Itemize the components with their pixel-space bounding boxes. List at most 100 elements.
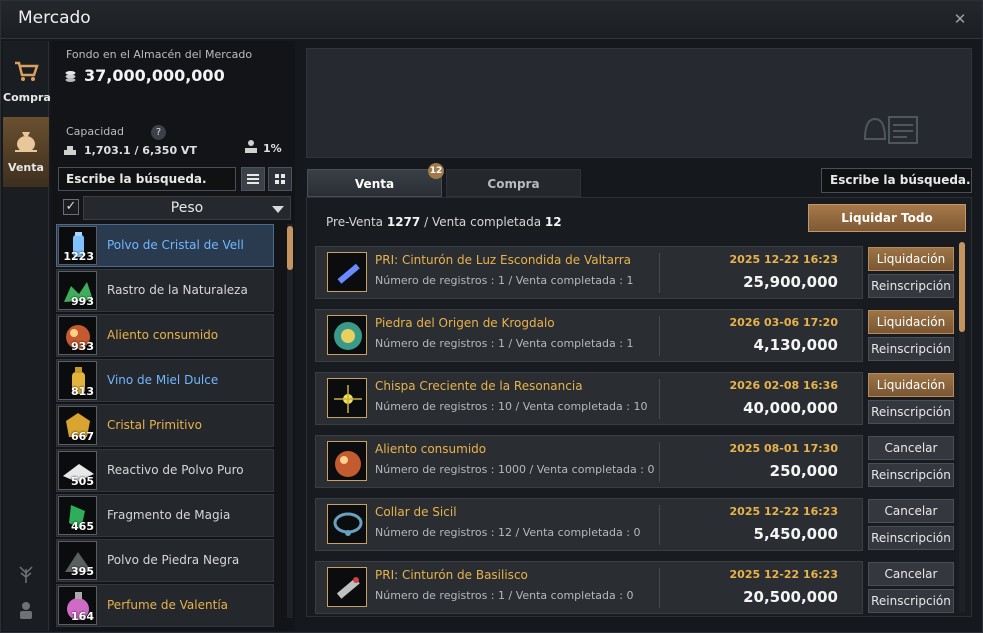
liquidation-button[interactable]: Liquidación: [868, 310, 954, 334]
tab-compra-label: Compra: [487, 177, 540, 191]
listing-search-input[interactable]: Escribe la búsqueda.: [821, 168, 972, 193]
item-thumbnail: 465: [58, 496, 97, 535]
item-quantity: 505: [71, 475, 94, 488]
inventory-item[interactable]: 164 Perfume de Valentía: [56, 584, 274, 627]
item-name: Reactivo de Polvo Puro: [107, 463, 244, 477]
listing-row[interactable]: Collar de Sicil Número de registros : 12…: [315, 498, 863, 551]
sales-summary: Pre-Venta 1277 / Venta completada 12: [326, 215, 562, 229]
reinscription-button[interactable]: Reinscripción: [868, 337, 954, 361]
listing-row[interactable]: Aliento consumido Número de registros : …: [315, 435, 863, 488]
inventory-item[interactable]: 933 Aliento consumido: [56, 314, 274, 357]
scrollbar-thumb[interactable]: [287, 226, 293, 270]
inventory-item[interactable]: 813 Vino de Miel Dulce: [56, 359, 274, 402]
item-quantity: 164: [71, 610, 94, 623]
cart-icon: [15, 61, 39, 81]
nav-tab-compra-label: Compra: [3, 91, 51, 104]
listing-thumbnail: [327, 567, 367, 607]
listing-name: Aliento consumido: [375, 442, 487, 456]
inventory-scrollbar[interactable]: [287, 224, 293, 618]
cancel-button[interactable]: Cancelar: [868, 436, 954, 460]
close-icon[interactable]: ✕: [952, 11, 968, 27]
inventory-item[interactable]: 993 Rastro de la Naturaleza: [56, 269, 274, 312]
reinscription-button[interactable]: Reinscripción: [868, 274, 954, 298]
listing-meta: Número de registros : 1 / Venta completa…: [375, 589, 634, 602]
item-name: Vino de Miel Dulce: [107, 373, 219, 387]
inventory-item[interactable]: 465 Fragmento de Magia: [56, 494, 274, 537]
item-name: Perfume de Valentía: [107, 598, 229, 612]
item-name: Rastro de la Naturaleza: [107, 283, 248, 297]
select-all-checkbox[interactable]: ✓: [63, 199, 79, 215]
listing-price: 20,500,000: [743, 588, 838, 606]
item-thumbnail: 505: [58, 451, 97, 490]
market-window: Mercado ✕ Compra Venta Fondo en el Almac…: [0, 0, 983, 633]
grid-view-button[interactable]: [268, 167, 292, 191]
listing-name: PRI: Cinturón de Luz Escondida de Valtar…: [375, 253, 632, 267]
cancel-button[interactable]: Cancelar: [868, 499, 954, 523]
listing-date: 2025 12-22 16:23: [729, 568, 838, 581]
listing-thumbnail: [327, 504, 367, 544]
sort-dropdown[interactable]: Peso: [83, 196, 291, 220]
tab-venta[interactable]: Venta: [307, 169, 442, 197]
listing-row[interactable]: PRI: Cinturón de Basilisco Número de reg…: [315, 561, 863, 614]
listing-name: PRI: Cinturón de Basilisco: [375, 568, 528, 582]
scrollbar-thumb[interactable]: [959, 242, 965, 332]
listing-price: 5,450,000: [753, 525, 838, 543]
nav-tab-compra[interactable]: Compra: [3, 47, 51, 117]
cancel-button[interactable]: Cancelar: [868, 562, 954, 586]
reinscription-button[interactable]: Reinscripción: [868, 400, 954, 424]
item-thumbnail: 667: [58, 406, 97, 445]
weight-icon: [64, 146, 76, 155]
listing-row[interactable]: Chispa Creciente de la Resonancia Número…: [315, 372, 863, 425]
tree-icon[interactable]: [15, 563, 37, 585]
side-nav: Compra Venta: [3, 41, 51, 631]
inventory-item[interactable]: 395 Polvo de Piedra Negra: [56, 539, 274, 582]
listing-name: Chispa Creciente de la Resonancia: [375, 379, 583, 393]
pre-sale-value: 1277: [386, 215, 421, 229]
venta-count-badge: 12: [428, 163, 444, 179]
chevron-down-icon: [272, 206, 284, 213]
reinscription-button[interactable]: Reinscripción: [868, 526, 954, 550]
listing-row[interactable]: PRI: Cinturón de Luz Escondida de Valtar…: [315, 246, 863, 299]
capacity-value: 1,703.1 / 6,350 VT: [84, 144, 197, 157]
listings-scrollbar[interactable]: [959, 242, 965, 612]
liquidation-button[interactable]: Liquidación: [868, 373, 954, 397]
item-quantity: 993: [71, 295, 94, 308]
coins-icon: [65, 71, 76, 82]
nav-tab-venta[interactable]: Venta: [3, 117, 49, 187]
listing-meta: Número de registros : 10 / Venta complet…: [375, 400, 648, 413]
liquidate-all-button[interactable]: Liquidar Todo: [808, 204, 966, 232]
listing-date: 2026 02-08 16:36: [729, 379, 838, 392]
item-quantity: 395: [71, 565, 94, 578]
inventory-item[interactable]: 667 Cristal Primitivo: [56, 404, 274, 447]
fund-label: Fondo en el Almacén del Mercado: [66, 48, 253, 61]
list-view-button[interactable]: [241, 167, 265, 191]
list-view-icon: [247, 174, 259, 184]
listing-row[interactable]: Piedra del Origen de Krogdalo Número de …: [315, 309, 863, 362]
listing-price: 25,900,000: [743, 273, 838, 291]
bell-scroll-icon: [863, 116, 918, 144]
inventory-item[interactable]: 1223 Polvo de Cristal de Vell: [56, 224, 274, 267]
listing-price: 4,130,000: [753, 336, 838, 354]
item-thumbnail: 813: [58, 361, 97, 400]
item-thumbnail: 1223: [58, 226, 97, 265]
item-thumbnail: 993: [58, 271, 97, 310]
liquidation-button[interactable]: Liquidación: [868, 247, 954, 271]
inventory-panel: Fondo en el Almacén del Mercado 37,000,0…: [51, 41, 295, 631]
window-title: Mercado: [18, 8, 91, 28]
item-name: Fragmento de Magia: [107, 508, 231, 522]
inventory-search-input[interactable]: Escribe la búsqueda.: [58, 167, 236, 191]
listing-meta: Número de registros : 1 / Venta completa…: [375, 274, 634, 287]
reinscription-button[interactable]: Reinscripción: [868, 463, 954, 487]
merchant-icon[interactable]: [15, 599, 37, 621]
listing-date: 2025 12-22 16:23: [729, 253, 838, 266]
listing-thumbnail: [327, 315, 367, 355]
listing-price: 250,000: [769, 462, 838, 480]
item-name: Polvo de Piedra Negra: [107, 553, 240, 567]
listing-meta: Número de registros : 1000 / Venta compl…: [375, 463, 655, 476]
tab-compra[interactable]: Compra: [446, 169, 581, 197]
inventory-item[interactable]: 505 Reactivo de Polvo Puro: [56, 449, 274, 492]
moneybag-icon: [15, 132, 37, 152]
reinscription-button[interactable]: Reinscripción: [868, 589, 954, 613]
help-icon[interactable]: ?: [151, 125, 166, 140]
item-name: Cristal Primitivo: [107, 418, 202, 432]
